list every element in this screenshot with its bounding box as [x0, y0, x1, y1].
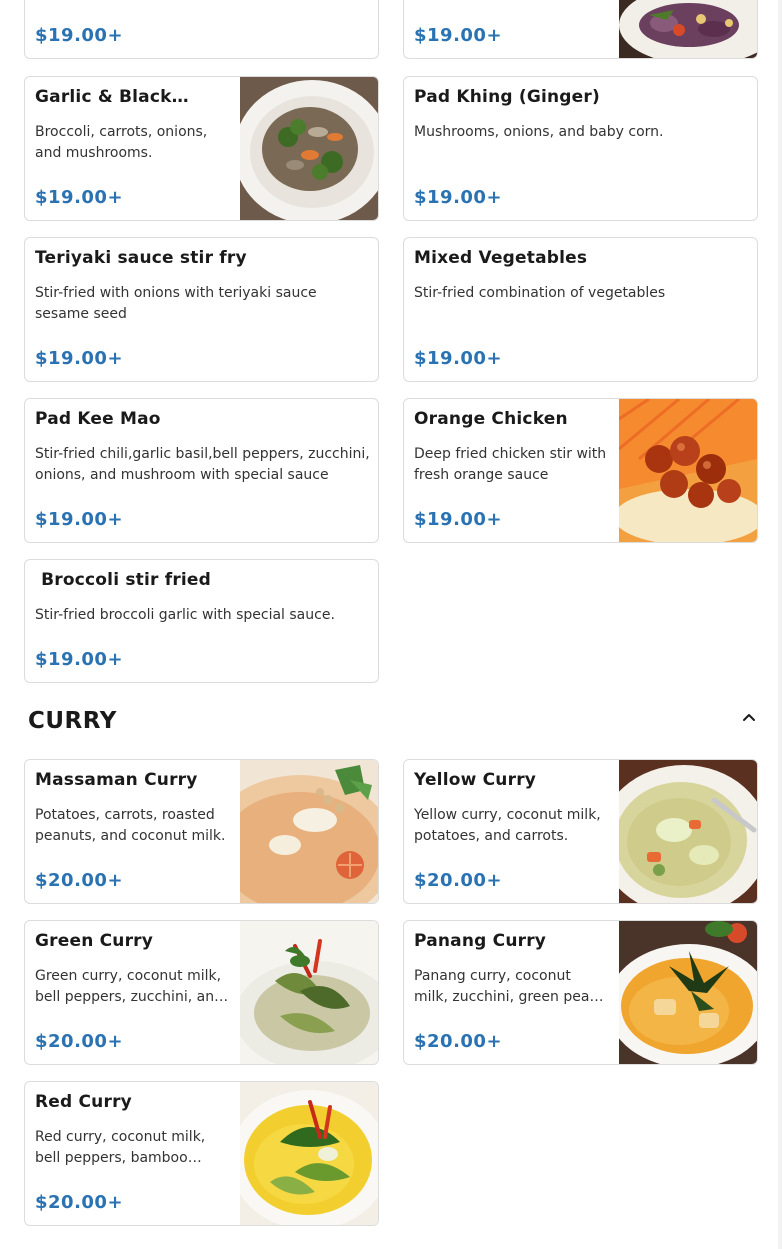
item-description: Green curry, coconut milk, bell peppers,… — [35, 968, 223, 1005]
dish-photo — [240, 77, 378, 220]
dish-photo — [240, 921, 378, 1064]
item-description: Broccoli, carrots, onions, and mushrooms… — [35, 124, 208, 161]
item-price: $20.00+ — [414, 870, 503, 891]
item-description: Panang curry, coconut milk, zucchini, gr… — [414, 968, 602, 1005]
scrollbar-track[interactable] — [778, 0, 782, 1249]
dish-photo — [619, 0, 757, 58]
dish-photo — [240, 1082, 378, 1225]
item-name: Yellow Curry — [414, 770, 537, 790]
menu-item-card[interactable]: Garlic & Black… Broccoli, carrots, onion… — [24, 76, 379, 221]
item-price: $20.00+ — [35, 1031, 124, 1052]
item-description: Mushrooms, onions, and baby corn. — [414, 124, 664, 140]
menu-item-card[interactable]: Massaman Curry Potatoes, carrots, roaste… — [24, 759, 379, 904]
item-description: Stir-fried combination of vegetables — [414, 285, 666, 301]
item-description: Stir-fried with onions with teriyaki sau… — [35, 285, 317, 322]
item-description: Stir-fried chili,garlic basil,bell peppe… — [35, 446, 370, 483]
menu-item-card[interactable]: Mixed Vegetables Stir-fried combination … — [403, 237, 758, 382]
item-name: Garlic & Black… — [35, 87, 189, 107]
menu-item-card[interactable]: Panang Curry Panang curry, coconut milk,… — [403, 920, 758, 1065]
item-description: Stir-fried broccoli garlic with special … — [35, 607, 335, 623]
dish-photo — [619, 760, 757, 903]
item-description: Potatoes, carrots, roasted peanuts, and … — [35, 807, 226, 844]
item-description: Yellow curry, coconut milk, potatoes, an… — [414, 807, 601, 844]
menu-item-card[interactable]: $19.00+ — [24, 0, 379, 59]
section-title: CURRY — [28, 708, 117, 734]
item-name: Teriyaki sauce stir fry — [35, 248, 247, 268]
item-price: $19.00+ — [414, 187, 503, 208]
item-name: Massaman Curry — [35, 770, 198, 790]
menu-item-card[interactable]: Green Curry Green curry, coconut milk, b… — [24, 920, 379, 1065]
menu-item-card[interactable]: Orange Chicken Deep fried chicken stir w… — [403, 398, 758, 543]
item-name: Mixed Vegetables — [414, 248, 588, 268]
item-name: Red Curry — [35, 1092, 132, 1112]
item-description: Red curry, coconut milk, bell peppers, b… — [35, 1129, 206, 1166]
item-price: $19.00+ — [35, 25, 124, 46]
menu-item-card[interactable]: Pad Kee Mao Stir-fried chili,garlic basi… — [24, 398, 379, 543]
item-name: Orange Chicken — [414, 409, 568, 429]
menu-item-card[interactable]: Broccoli stir fried Stir-fried broccoli … — [24, 559, 379, 683]
item-name: Green Curry — [35, 931, 154, 951]
menu-item-card[interactable]: Teriyaki sauce stir fry Stir-fried with … — [24, 237, 379, 382]
item-price: $20.00+ — [35, 1192, 124, 1213]
item-price: $20.00+ — [35, 870, 124, 891]
item-price: $19.00+ — [414, 348, 503, 369]
item-price: $19.00+ — [35, 187, 124, 208]
menu-item-card[interactable]: Yellow Curry Yellow curry, coconut milk,… — [403, 759, 758, 904]
chevron-up-icon[interactable] — [738, 706, 760, 728]
item-price: $19.00+ — [414, 25, 503, 46]
item-price: $19.00+ — [414, 509, 503, 530]
item-price: $19.00+ — [35, 348, 124, 369]
item-price: $20.00+ — [414, 1031, 503, 1052]
menu-item-card[interactable]: Pad Khing (Ginger) Mushrooms, onions, an… — [403, 76, 758, 221]
dish-photo — [619, 921, 757, 1064]
item-description: Deep fried chicken stir with fresh orang… — [414, 446, 607, 483]
menu-item-card[interactable]: Red Curry Red curry, coconut milk, bell … — [24, 1081, 379, 1226]
item-name: Broccoli stir fried — [35, 570, 212, 590]
item-name: Pad Kee Mao — [35, 409, 161, 429]
dish-photo — [240, 760, 378, 903]
item-name: Panang Curry — [414, 931, 547, 951]
menu-item-card[interactable]: $19.00+ — [403, 0, 758, 59]
item-price: $19.00+ — [35, 649, 124, 670]
dish-photo — [619, 399, 757, 542]
item-name: Pad Khing (Ginger) — [414, 87, 600, 107]
item-price: $19.00+ — [35, 509, 124, 530]
